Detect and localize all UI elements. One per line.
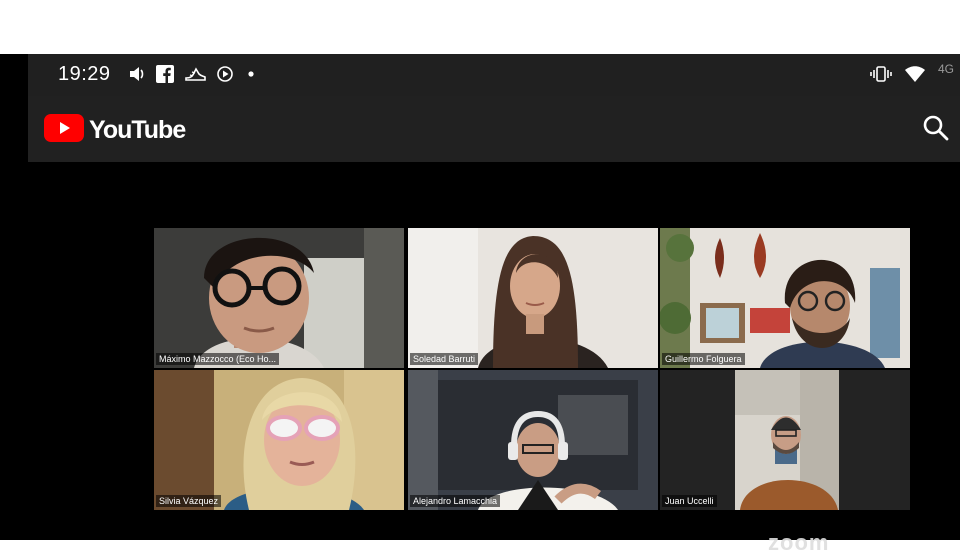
status-bar: 19:29 4G xyxy=(28,54,960,96)
participant-name: Juan Uccelli xyxy=(662,495,717,507)
participant-tile-active-speaker: Guillermo Folguera xyxy=(660,228,910,368)
dot-icon xyxy=(244,67,258,81)
youtube-logo[interactable]: YouTube xyxy=(44,114,186,147)
participant-name: Máximo Mazzocco (Eco Ho... xyxy=(156,353,280,365)
participant-video xyxy=(154,370,404,510)
zoom-watermark: zoom xyxy=(768,530,830,555)
participant-tile: Juan Uccelli xyxy=(660,370,910,510)
facebook-icon xyxy=(156,65,174,83)
vibrate-icon xyxy=(870,65,892,83)
participant-video xyxy=(154,228,404,368)
status-time: 19:29 xyxy=(58,63,111,85)
status-icons-left xyxy=(128,65,258,83)
participant-video xyxy=(408,228,658,368)
search-button[interactable] xyxy=(922,114,950,142)
status-icons-right: 4G xyxy=(870,62,954,83)
youtube-wordmark: YouTube xyxy=(89,116,186,144)
wifi-icon xyxy=(904,65,926,83)
play-circle-icon xyxy=(216,65,234,83)
youtube-play-icon xyxy=(44,114,84,147)
app-bar: YouTube xyxy=(28,96,960,162)
participant-tile: Alejandro Lamacchia xyxy=(408,370,658,510)
participant-tile: Máximo Mazzocco (Eco Ho... xyxy=(154,228,404,368)
participant-video xyxy=(660,370,910,510)
shoe-icon xyxy=(184,65,206,83)
participant-name: Silvia Vázquez xyxy=(156,495,222,507)
phone-screen: 19:29 4G YouTube Máximo Mazzocco (Eco Ho… xyxy=(0,54,960,555)
volume-icon xyxy=(128,65,146,83)
video-player[interactable]: Máximo Mazzocco (Eco Ho... Soledad Barru… xyxy=(28,162,960,555)
participant-name: Soledad Barruti xyxy=(410,353,479,365)
network-type: 4G xyxy=(937,62,954,76)
participant-tile: Silvia Vázquez xyxy=(154,370,404,510)
search-icon xyxy=(922,115,950,146)
participant-name: Alejandro Lamacchia xyxy=(410,495,501,507)
participant-tile: Soledad Barruti xyxy=(408,228,658,368)
participant-video xyxy=(660,228,910,368)
participant-name: Guillermo Folguera xyxy=(662,353,745,365)
participant-video xyxy=(408,370,658,510)
